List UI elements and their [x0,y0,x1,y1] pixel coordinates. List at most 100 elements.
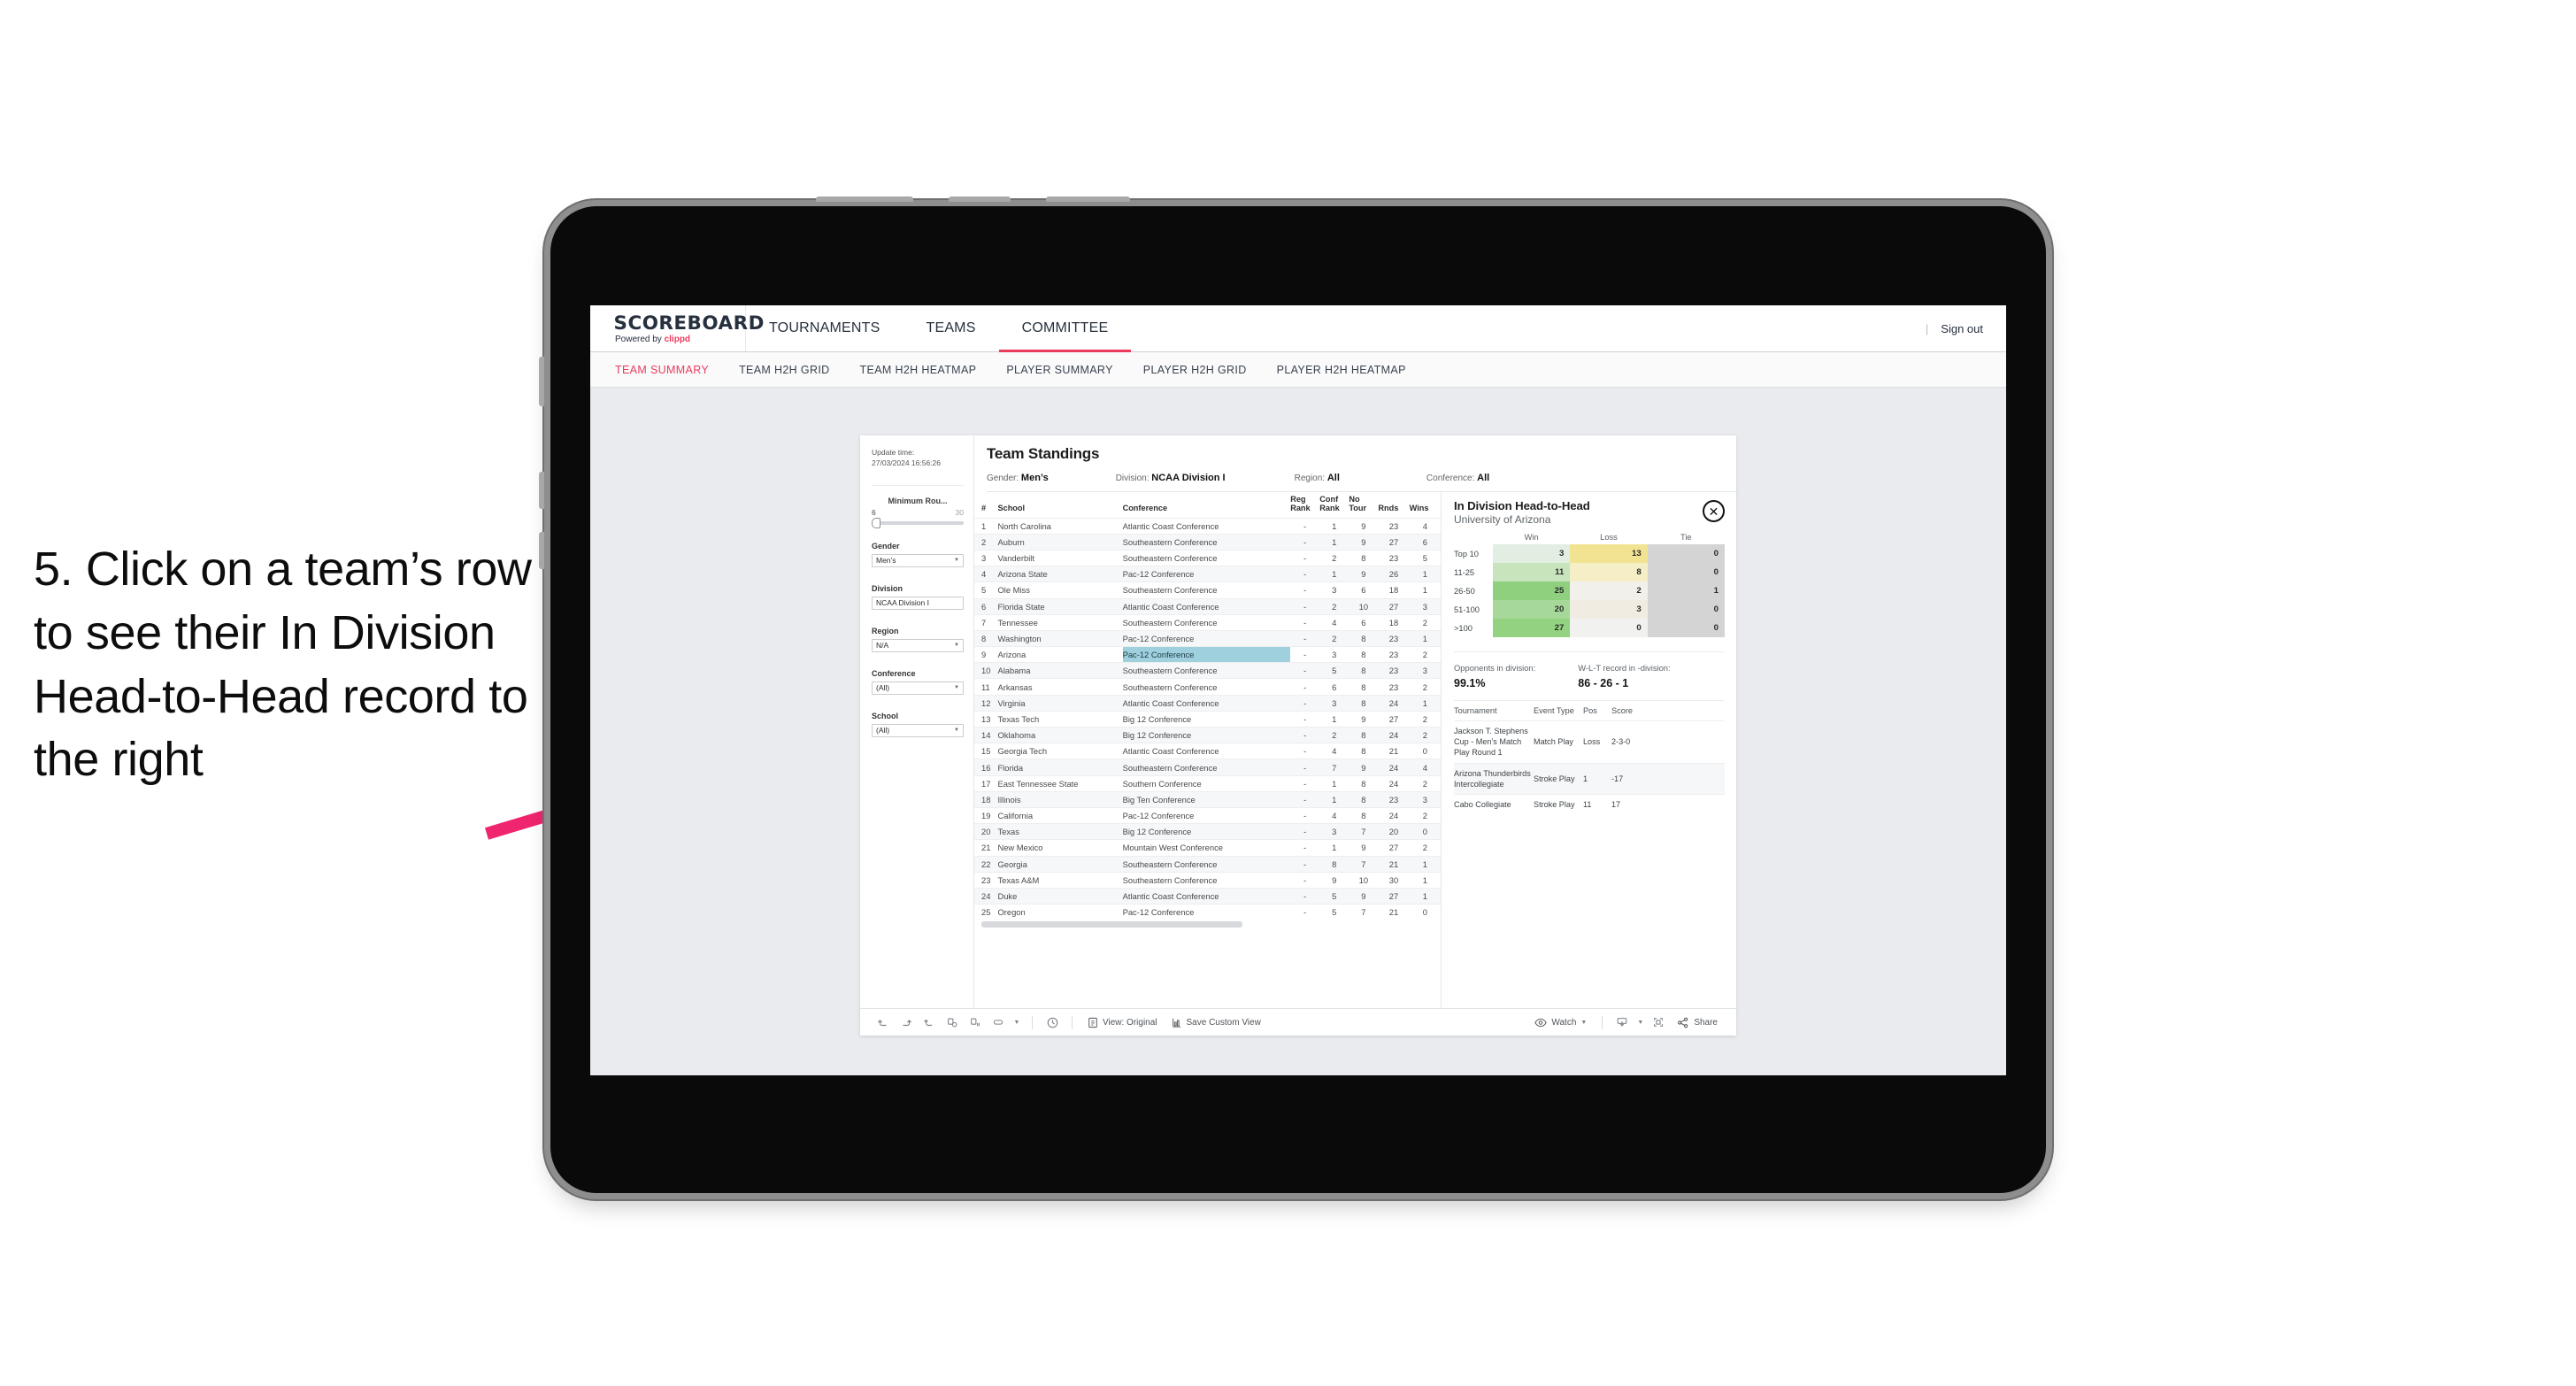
nav-divider: | [1925,321,1929,335]
pause-updates-icon[interactable] [964,1016,987,1028]
conference-select[interactable]: (All) ▼ [872,681,964,695]
heatmap-cell[interactable]: 25 [1493,581,1571,600]
heatmap-cell[interactable]: 27 [1493,619,1571,637]
heatmap-cell[interactable]: 0 [1570,619,1648,637]
table-row[interactable]: 17 East Tennessee State Southern Conferenc… [974,774,1441,792]
nav-tournaments[interactable]: TOURNAMENTS [746,305,903,351]
table-row[interactable]: 5 Ole Miss Southeastern Conference -3 6 18 1 [974,581,1441,599]
heatmap-cell[interactable]: 20 [1493,600,1571,619]
nav-committee[interactable]: COMMITTEE [998,305,1132,352]
table-row[interactable]: 9 Arizona Pac-12 Conference -3 8 23 2 [974,646,1441,663]
division-select[interactable]: NCAA Division I [872,596,964,610]
table-row[interactable]: 23 Texas A&M Southeastern Conference -9 10 30… [974,871,1441,889]
col-school[interactable]: School [997,492,1122,518]
cell-conference: Southeastern Conference [1122,678,1291,696]
table-row[interactable]: 24 Duke Atlantic Coast Conference -5 9 27 1 [974,887,1441,905]
heatmap-cell[interactable]: 0 [1647,563,1725,581]
table-row[interactable]: 20 Texas Big 12 Conference -3 7 20 0 [974,823,1441,840]
col-rank[interactable]: # [974,492,997,518]
tab-team-h2h-heatmap[interactable]: TEAM H2H HEATMAP [860,364,977,376]
cell-rnds: 24 [1378,806,1410,824]
heatmap-cell[interactable]: 3 [1493,544,1571,563]
gender-select[interactable]: Men’s ▼ [872,553,964,567]
cell-rank: 12 [974,694,998,712]
table-row[interactable]: 12 Virginia Atlantic Coast Conference -3 8 24… [974,694,1441,712]
col-no-tour[interactable]: No Tour [1349,492,1378,518]
heatmap-cell[interactable]: 3 [1570,600,1648,619]
list-item[interactable]: Cabo Collegiate Stroke Play 11 17 [1454,793,1725,814]
tab-team-h2h-grid[interactable]: TEAM H2H GRID [739,364,829,376]
revert-icon[interactable] [918,1016,941,1028]
share-button[interactable]: Share [1670,1017,1725,1028]
download-icon[interactable] [1611,1016,1634,1028]
table-row[interactable]: 14 Oklahoma Big 12 Conference -2 8 24 2 [974,727,1441,743]
table-row[interactable]: 4 Arizona State Pac-12 Conference -1 9 26 1 [974,566,1441,582]
tab-player-h2h-heatmap[interactable]: PLAYER H2H HEATMAP [1277,364,1406,376]
slider-handle[interactable] [872,517,880,528]
fullscreen-icon[interactable] [1647,1016,1670,1028]
horizontal-scrollbar[interactable] [981,921,1243,928]
cell-rnds: 21 [1378,743,1410,759]
tab-player-h2h-grid[interactable]: PLAYER H2H GRID [1143,364,1247,376]
save-custom-view-button[interactable]: Save Custom View [1165,1017,1268,1028]
table-row[interactable]: 7 Tennessee Southeastern Conference -4 6 18 2 [974,613,1441,631]
tab-team-summary[interactable]: TEAM SUMMARY [615,364,709,376]
table-row[interactable]: 3 Vanderbilt Southeastern Conference -2 8 23 5 [974,549,1441,566]
view-shape-caret-icon[interactable]: ▼ [1010,1020,1024,1026]
download-caret-icon[interactable]: ▼ [1634,1020,1647,1026]
table-row[interactable]: 13 Texas Tech Big 12 Conference -1 9 27 2 [974,710,1441,728]
table-row[interactable]: 1 North Carolina Atlantic Coast Conference… [974,517,1441,535]
heatmap-cell[interactable]: 0 [1647,544,1725,563]
table-row[interactable]: 16 Florida Southeastern Conference -7 9 24 4 [974,758,1441,776]
nav-teams[interactable]: TEAMS [903,305,998,351]
heatmap-cell[interactable]: 8 [1570,563,1648,581]
site-header: SCOREBOARD Powered by clippd TOURNAMENTS… [590,305,2006,352]
col-reg-rank[interactable]: Reg Rank [1290,492,1319,518]
redo-icon[interactable] [895,1016,918,1028]
tab-player-summary[interactable]: PLAYER SUMMARY [1006,364,1112,376]
cell-rank: 7 [974,613,998,631]
heatmap-cell[interactable]: 0 [1647,619,1725,637]
app-logo[interactable]: SCOREBOARD Powered by clippd [590,305,764,351]
table-row[interactable]: 10 Alabama Southeastern Conference -5 8 23 3 [974,662,1441,679]
meta-gender: Gender: Men’s [987,473,1049,483]
col-wins[interactable]: Wins [1410,492,1441,518]
heatmap-row: Top 10 3 13 0 [1454,544,1725,563]
list-item[interactable]: Jackson T. Stephens Cup - Men’s Match Pl… [1454,720,1725,763]
watch-button[interactable]: Watch ▼ [1527,1018,1594,1028]
minimum-rounds-slider[interactable] [872,517,964,528]
heatmap-cell[interactable]: 11 [1493,563,1571,581]
school-select[interactable]: (All) ▼ [872,723,964,737]
watch-label: Watch [1551,1017,1577,1028]
col-conf-rank[interactable]: Conf Rank [1319,492,1349,518]
region-select[interactable]: N/A ▼ [872,638,964,652]
alerts-icon[interactable] [1041,1016,1064,1029]
cell-reg-rank: - [1290,774,1320,792]
sign-out-link[interactable]: Sign out [1941,322,1983,335]
table-row[interactable]: 19 California Pac-12 Conference -4 8 24 2 [974,806,1441,824]
undo-icon[interactable] [872,1016,895,1028]
filter-minimum-rounds[interactable]: Minimum Rou... 6 30 [872,497,964,528]
table-row[interactable]: 6 Florida State Atlantic Coast Conference -… [974,597,1441,615]
view-shape-icon[interactable] [987,1016,1010,1028]
table-row[interactable]: 15 Georgia Tech Atlantic Coast Conference -… [974,743,1441,759]
table-row[interactable]: 25 Oregon Pac-12 Conference -5 7 21 0 [974,904,1441,920]
heatmap-cell[interactable]: 0 [1647,600,1725,619]
table-row[interactable]: 2 Auburn Southeastern Conference -1 9 27 6 [974,533,1441,551]
heatmap-cell[interactable]: 2 [1570,581,1648,600]
heatmap-cell[interactable]: 13 [1570,544,1648,563]
table-row[interactable]: 18 Illinois Big Ten Conference -1 8 23 3 [974,790,1441,808]
cell-rank: 16 [974,758,998,776]
close-icon[interactable]: ✕ [1703,500,1725,522]
table-row[interactable]: 8 Washington Pac-12 Conference -2 8 23 1 [974,629,1441,647]
refresh-data-icon[interactable] [941,1016,964,1028]
cell-rnds: 23 [1378,662,1410,679]
view-original-button[interactable]: View: Original [1080,1017,1165,1028]
table-row[interactable]: 22 Georgia Southeastern Conference -8 7 21 1 [974,855,1441,873]
table-row[interactable]: 11 Arkansas Southeastern Conference -6 8 23 2 [974,678,1441,696]
col-rnds[interactable]: Rnds [1378,492,1409,518]
col-conference[interactable]: Conference [1123,492,1291,518]
table-row[interactable]: 21 New Mexico Mountain West Conference -1 9 2… [974,839,1441,857]
list-item[interactable]: Arizona Thunderbirds Intercollegiate Stro… [1454,762,1725,794]
heatmap-cell[interactable]: 1 [1647,581,1725,600]
